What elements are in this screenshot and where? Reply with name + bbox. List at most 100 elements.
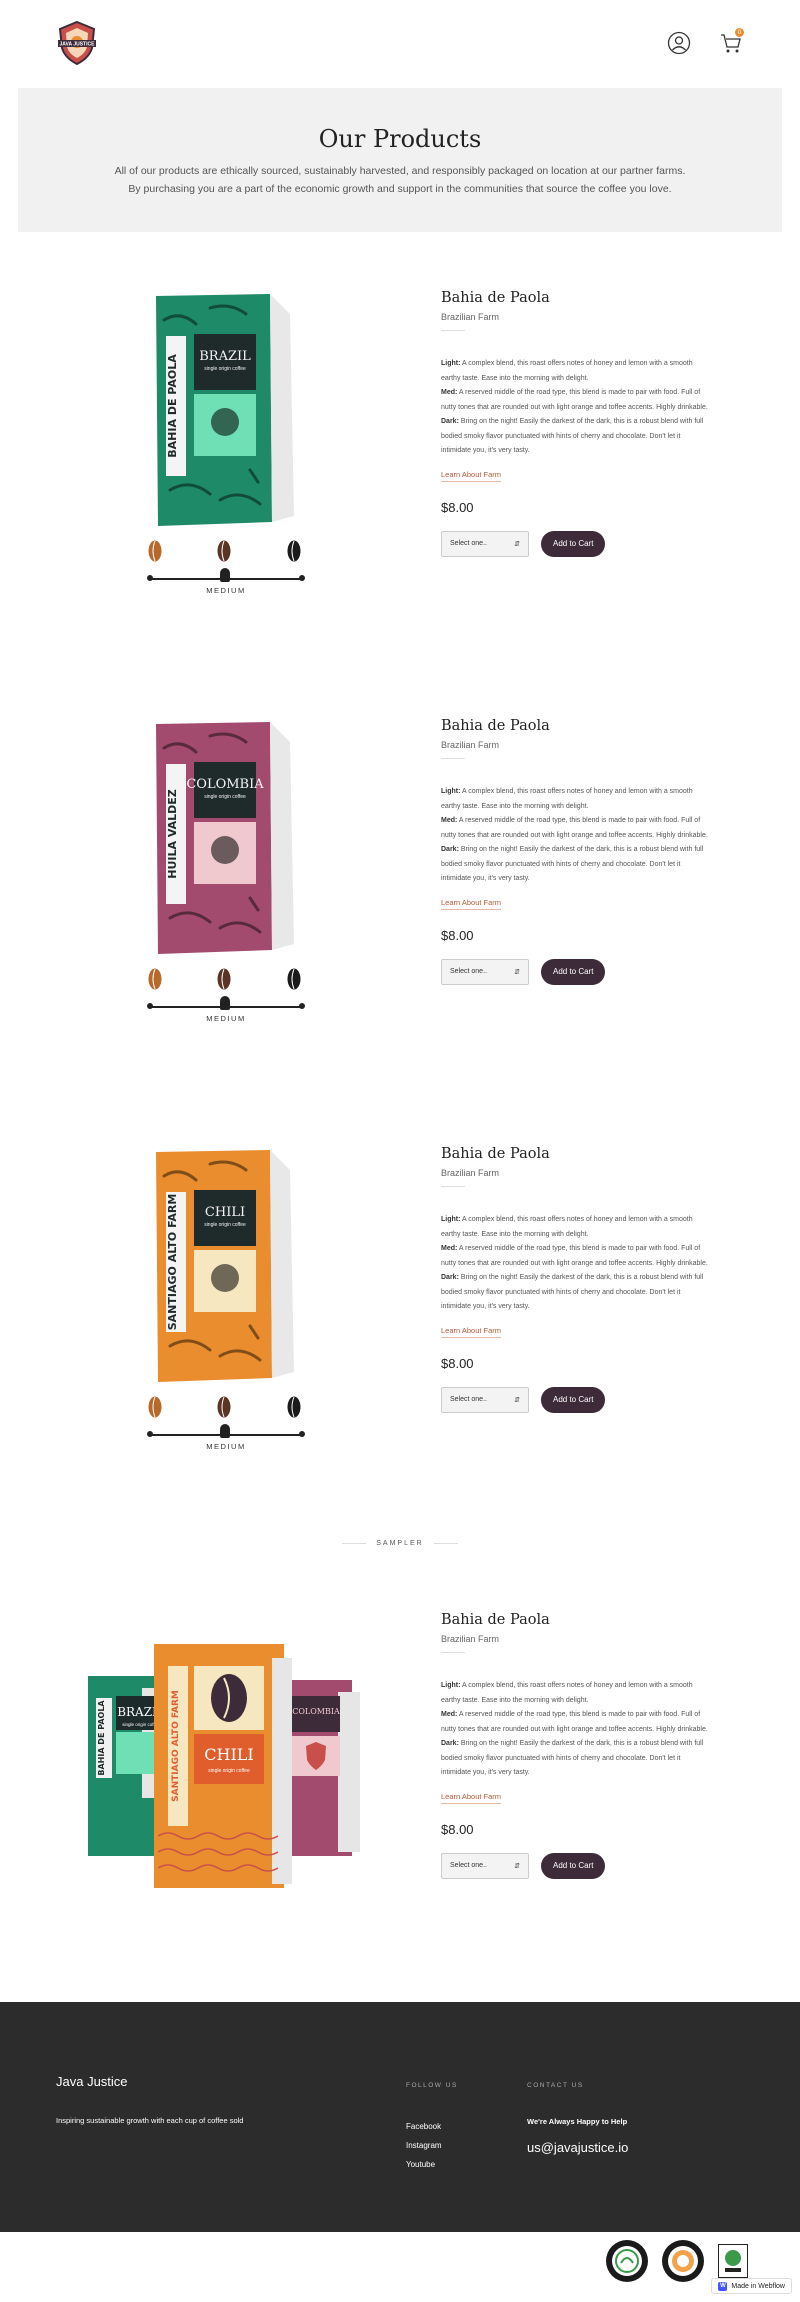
select-value: Select one.. xyxy=(450,540,487,547)
sampler-bags-image: BRAZIL single origin coffee BAHIA DE PAO… xyxy=(84,1636,364,1896)
roast-level-slider[interactable]: MEDIUM xyxy=(144,540,308,600)
coffee-bean-icon xyxy=(217,540,231,562)
select-arrows-icon: ⇵ xyxy=(514,1396,520,1404)
coffee-bean-icon xyxy=(148,540,162,562)
svg-text:single origin coffee: single origin coffee xyxy=(204,1222,246,1228)
coffee-bean-icon xyxy=(148,1396,162,1418)
product-farm: Brazilian Farm xyxy=(441,740,500,750)
divider xyxy=(441,1652,465,1653)
svg-text:SANTIAGO ALTO FARM: SANTIAGO ALTO FARM xyxy=(166,1194,179,1331)
roast-thumb[interactable] xyxy=(220,1424,230,1438)
light-label: Light: xyxy=(441,1216,461,1223)
social-links: Facebook Instagram Youtube xyxy=(406,2117,442,2174)
instagram-link[interactable]: Instagram xyxy=(406,2136,442,2155)
dark-label: Dark: xyxy=(441,1274,459,1281)
svg-text:BAHIA DE PAOLA: BAHIA DE PAOLA xyxy=(166,354,179,458)
user-circle-icon[interactable] xyxy=(666,30,692,56)
select-arrows-icon: ⇵ xyxy=(514,1862,520,1870)
light-text: A complex blend, this roast offers notes… xyxy=(441,360,693,382)
option-select[interactable]: Select one.. ⇵ xyxy=(441,958,529,985)
roast-level-label: MEDIUM xyxy=(206,1014,246,1023)
hero-description: All of our products are ethically source… xyxy=(18,162,782,198)
java-justice-logo[interactable]: JAVA JUSTICE xyxy=(56,20,98,66)
coffee-bag-image: COLOMBIA single origin coffee HUILA VALDEZ xyxy=(150,718,300,958)
product-description: Light: A complex blend, this roast offer… xyxy=(441,1679,711,1781)
light-text: A complex blend, this roast offers notes… xyxy=(441,1682,693,1704)
med-label: Med: xyxy=(441,1245,458,1252)
roast-level-label: MEDIUM xyxy=(206,1442,246,1451)
learn-about-farm-link[interactable]: Learn About Farm xyxy=(441,898,502,910)
learn-about-farm-link[interactable]: Learn About Farm xyxy=(441,470,502,482)
product-name: Bahia de Paola xyxy=(441,718,550,734)
footer-brand: Java Justice xyxy=(56,2074,128,2089)
facebook-link[interactable]: Facebook xyxy=(406,2117,442,2136)
roast-level-slider[interactable]: MEDIUM xyxy=(144,968,308,1028)
select-value: Select one.. xyxy=(450,968,487,975)
dark-text: Bring on the night! Easily the darkest o… xyxy=(441,418,704,454)
roast-thumb[interactable] xyxy=(220,996,230,1010)
product-description: Light: A complex blend, this roast offer… xyxy=(441,785,711,887)
coffee-bag-image: CHILI single origin coffee SANTIAGO ALTO F… xyxy=(150,1146,300,1386)
add-to-cart-button[interactable]: Add to Cart xyxy=(541,958,606,985)
product-price: $8.00 xyxy=(441,927,474,943)
contact-email-link[interactable]: us@javajustice.io xyxy=(527,2140,628,2155)
learn-about-farm-link[interactable]: Learn About Farm xyxy=(441,1326,502,1338)
contact-heading: CONTACT US xyxy=(527,2082,584,2089)
product-farm: Brazilian Farm xyxy=(441,1168,500,1178)
svg-text:BRAZIL: BRAZIL xyxy=(199,349,251,364)
hero-line-2: By purchasing you are a part of the econ… xyxy=(128,183,672,195)
add-to-cart-button[interactable]: Add to Cart xyxy=(541,1852,606,1879)
hero-line-1: All of our products are ethically source… xyxy=(114,165,686,177)
svg-text:COLOMBIA: COLOMBIA xyxy=(292,1707,340,1716)
med-label: Med: xyxy=(441,389,458,396)
product-info: Bahia de Paola Brazilian Farm Light: A com… xyxy=(441,718,711,985)
organic-certification-badge-icon xyxy=(606,2240,648,2282)
product-row: COLOMBIA single origin coffee HUILA VALDEZ… xyxy=(0,718,800,1058)
rainforest-alliance-badge-icon xyxy=(718,2244,748,2278)
add-to-cart-button[interactable]: Add to Cart xyxy=(541,1386,606,1413)
product-info: Bahia de Paola Brazilian Farm Light: A com… xyxy=(441,1146,711,1413)
coffee-bean-icon xyxy=(287,1396,301,1418)
select-arrows-icon: ⇵ xyxy=(514,968,520,976)
divider xyxy=(441,758,465,759)
coffee-bean-icon xyxy=(148,968,162,990)
coffee-bean-icon xyxy=(287,540,301,562)
option-select[interactable]: Select one.. ⇵ xyxy=(441,530,529,557)
select-value: Select one.. xyxy=(450,1396,487,1403)
roast-stop xyxy=(147,575,153,581)
svg-text:JAVA JUSTICE: JAVA JUSTICE xyxy=(60,42,96,48)
youtube-link[interactable]: Youtube xyxy=(406,2155,442,2174)
med-text: A reserved middle of the road type, this… xyxy=(441,389,708,411)
footer-tagline: Inspiring sustainable growth with each c… xyxy=(56,2116,244,2125)
svg-text:HUILA VALDEZ: HUILA VALDEZ xyxy=(166,789,179,879)
coffee-bean-icon xyxy=(217,1396,231,1418)
product-row: BRAZIL single origin coffee BAHIA DE PAOLA… xyxy=(0,290,800,630)
dark-text: Bring on the night! Easily the darkest o… xyxy=(441,1274,704,1310)
option-select[interactable]: Select one.. ⇵ xyxy=(441,1386,529,1413)
option-select[interactable]: Select one.. ⇵ xyxy=(441,1852,529,1879)
dark-label: Dark: xyxy=(441,846,459,853)
hero-banner: Our Products All of our products are eth… xyxy=(18,88,782,232)
learn-about-farm-link[interactable]: Learn About Farm xyxy=(441,1792,502,1804)
coffee-bean-icon xyxy=(287,968,301,990)
product-price: $8.00 xyxy=(441,499,474,515)
add-to-cart-button[interactable]: Add to Cart xyxy=(541,530,606,557)
sampler-label: SAMPLER xyxy=(0,1540,800,1547)
dark-label: Dark: xyxy=(441,1740,459,1747)
certification-badges xyxy=(606,2240,748,2282)
divider xyxy=(441,330,465,331)
roast-thumb[interactable] xyxy=(220,568,230,582)
svg-text:SANTIAGO ALTO FARM: SANTIAGO ALTO FARM xyxy=(171,1690,181,1802)
cart-icon[interactable]: 0 xyxy=(718,28,744,56)
made-in-webflow-badge[interactable]: W Made in Webflow xyxy=(711,2278,792,2294)
sampler-product: BRAZIL single origin coffee BAHIA DE PAO… xyxy=(0,1612,800,1952)
product-name: Bahia de Paola xyxy=(441,1146,550,1162)
roast-stop xyxy=(147,1431,153,1437)
svg-text:COLOMBIA: COLOMBIA xyxy=(186,777,264,792)
sampler-info: Bahia de Paola Brazilian Farm Light: A c… xyxy=(441,1612,711,1879)
fair-trade-badge-icon xyxy=(662,2240,704,2282)
roast-level-slider[interactable]: MEDIUM xyxy=(144,1396,308,1456)
med-text: A reserved middle of the road type, this… xyxy=(441,1245,708,1267)
product-price: $8.00 xyxy=(441,1821,474,1837)
med-text: A reserved middle of the road type, this… xyxy=(441,817,708,839)
